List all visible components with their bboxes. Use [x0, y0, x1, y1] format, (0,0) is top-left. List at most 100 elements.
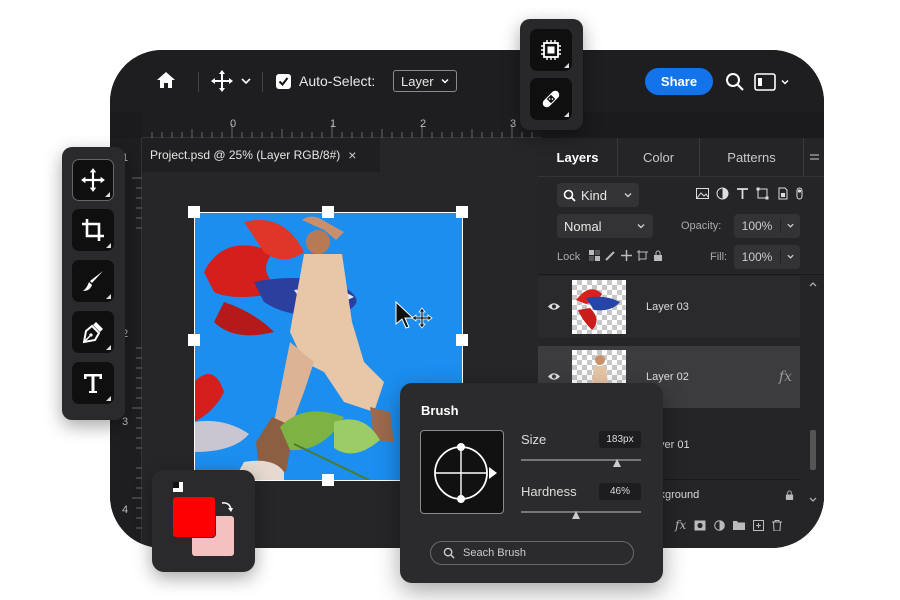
folder-icon[interactable] — [733, 520, 746, 530]
healing-tool[interactable] — [530, 78, 572, 120]
tab-patterns[interactable]: Patterns — [700, 138, 804, 176]
brush-search-input[interactable]: Seach Brush — [430, 541, 634, 565]
move-tool[interactable] — [72, 159, 114, 201]
add-style-icon[interactable]: fx — [675, 518, 686, 532]
ruler-tick-label: 3 — [122, 416, 129, 428]
transform-handle[interactable] — [188, 334, 200, 346]
pen-tool[interactable] — [72, 311, 114, 353]
auto-select-toggle[interactable]: Auto-Select: — [276, 73, 375, 89]
size-label: Size — [521, 432, 547, 447]
fill-field[interactable]: 100% — [734, 245, 800, 269]
move-icon — [81, 168, 105, 192]
chevron-down-icon[interactable] — [808, 496, 818, 504]
type-filter-icon[interactable] — [736, 187, 749, 200]
lock-icons — [589, 250, 663, 261]
hardness-value[interactable]: 46% — [599, 483, 641, 500]
transform-handle[interactable] — [322, 474, 334, 486]
list-divider — [538, 274, 824, 275]
search-icon[interactable] — [725, 72, 745, 92]
crop-tool[interactable] — [72, 209, 114, 251]
smart-object-filter-icon[interactable] — [776, 187, 789, 200]
type-tool[interactable] — [72, 362, 114, 404]
image-filter-icon[interactable] — [696, 187, 709, 200]
size-slider-track[interactable] — [521, 459, 641, 461]
brush-panel-title: Brush — [421, 403, 459, 418]
chevron-up-icon[interactable] — [808, 280, 818, 288]
scroll-thumb[interactable] — [810, 430, 816, 470]
filter-toggle-icon[interactable] — [796, 187, 803, 200]
chip-tool[interactable] — [530, 29, 572, 71]
eye-icon[interactable] — [538, 370, 570, 384]
fx-icon[interactable]: fx — [779, 369, 792, 385]
color-swatches — [152, 470, 255, 572]
ruler-tick-label: 0 — [230, 118, 237, 130]
hardness-slider-thumb[interactable] — [572, 511, 581, 519]
brush-angle-icon — [434, 443, 497, 503]
lock-artboard-icon[interactable] — [637, 250, 648, 261]
layer-name: Layer 02 — [646, 371, 689, 383]
size-slider-thumb[interactable] — [613, 459, 621, 467]
panel-menu-icon[interactable] — [804, 138, 824, 176]
swap-colors-icon[interactable] — [220, 500, 234, 514]
selection-border — [194, 212, 195, 480]
bandage-icon — [542, 90, 560, 108]
close-icon[interactable]: × — [348, 147, 356, 163]
lock-position-icon[interactable] — [621, 250, 632, 261]
lock-pixels-icon[interactable] — [605, 250, 616, 261]
layer-select[interactable]: Layer — [393, 70, 457, 92]
trash-icon[interactable] — [772, 519, 783, 531]
opacity-value: 100% — [741, 219, 773, 233]
tab-layers[interactable]: Layers — [538, 138, 618, 176]
kind-filter[interactable]: Kind — [557, 183, 639, 207]
lock-label: Lock — [557, 251, 581, 263]
pen-icon — [82, 322, 103, 344]
lock-transparent-icon[interactable] — [589, 250, 600, 261]
tab-color[interactable]: Color — [618, 138, 700, 176]
default-colors-icon[interactable] — [173, 482, 183, 492]
hardness-slider-track[interactable] — [521, 511, 641, 513]
chevron-down-icon — [781, 79, 789, 85]
chevron-down-icon[interactable] — [780, 219, 800, 233]
brush-tool[interactable] — [72, 260, 114, 302]
adjustment-layer-icon[interactable] — [714, 519, 726, 531]
transform-handle[interactable] — [322, 206, 334, 218]
ruler-ticks — [151, 124, 533, 138]
move-cursor-icon — [394, 300, 436, 339]
add-mask-icon[interactable] — [694, 520, 706, 531]
foreground-color-swatch[interactable] — [173, 497, 215, 537]
home-icon[interactable] — [156, 70, 176, 90]
move-tool-dropdown[interactable] — [210, 69, 252, 93]
chevron-down-icon[interactable] — [780, 250, 800, 264]
lock-all-icon[interactable] — [653, 250, 663, 261]
adjustment-filter-icon[interactable] — [716, 187, 729, 200]
layer-thumbnail — [572, 280, 626, 334]
fill-label: Fill: — [710, 251, 728, 263]
new-layer-icon[interactable] — [753, 519, 765, 531]
chevron-down-icon — [441, 78, 449, 84]
shape-filter-icon[interactable] — [756, 187, 769, 200]
blend-mode-select[interactable]: Nomal — [557, 214, 653, 238]
eye-icon[interactable] — [538, 300, 570, 314]
brush-icon — [83, 271, 103, 291]
crop-icon — [82, 219, 104, 241]
transform-handle[interactable] — [456, 206, 468, 218]
ruler-tick-label: 3 — [510, 118, 517, 130]
workspace-dropdown[interactable] — [754, 73, 790, 91]
type-icon — [84, 374, 102, 393]
transform-handle[interactable] — [456, 334, 468, 346]
brush-preview[interactable] — [420, 430, 504, 514]
layer-scrollbar[interactable] — [802, 276, 824, 508]
layer-select-value: Layer — [401, 73, 434, 89]
checkbox-checked-icon[interactable] — [276, 73, 291, 89]
document-tab[interactable]: Project.psd @ 25% (Layer RGB/8#) × — [142, 138, 380, 172]
search-icon — [443, 547, 455, 559]
layer-row[interactable]: Layer 03 — [538, 276, 800, 338]
move-icon — [211, 70, 233, 92]
share-button[interactable]: Share — [645, 68, 713, 95]
size-value[interactable]: 183px — [599, 431, 641, 448]
document-tab-title: Project.psd @ 25% (Layer RGB/8#) — [150, 148, 341, 162]
share-button-label: Share — [645, 68, 713, 95]
hardness-label: Hardness — [521, 484, 577, 499]
transform-handle[interactable] — [188, 206, 200, 218]
opacity-field[interactable]: 100% — [734, 214, 800, 238]
